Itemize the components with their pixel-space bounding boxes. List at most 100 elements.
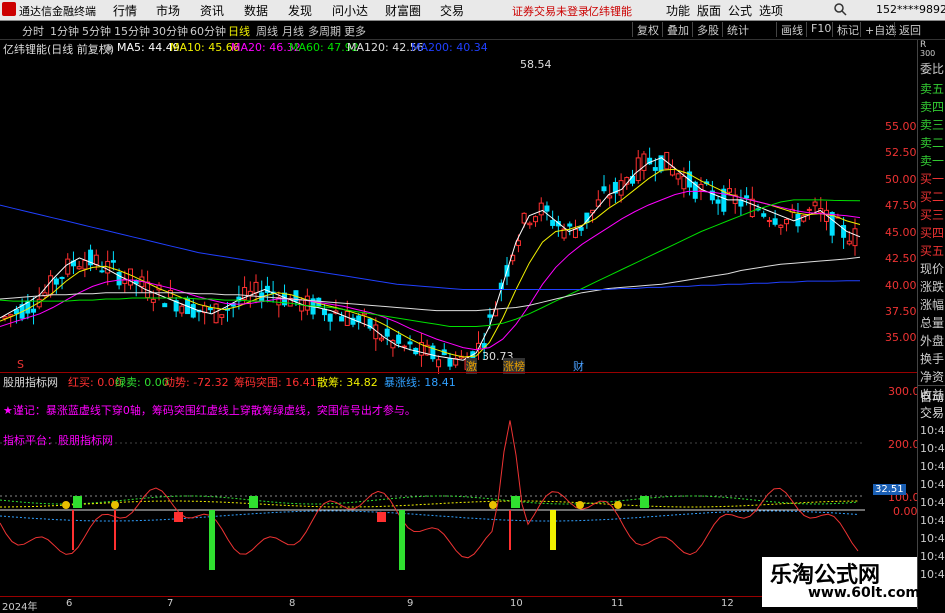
panel-order-ratio[interactable]: 委比	[920, 60, 944, 77]
tool-back[interactable]: 返回	[894, 22, 921, 37]
price-tick: 47.50	[885, 199, 917, 212]
candle-body	[379, 337, 385, 341]
candle-body	[806, 208, 812, 211]
candle-body	[544, 205, 550, 212]
ind-tick: 200.0	[888, 438, 920, 451]
app-title: 通达信金融终端	[19, 5, 96, 18]
candle-body	[53, 278, 59, 285]
menu-trade[interactable]: 交易	[440, 2, 464, 19]
candle-body	[384, 328, 390, 337]
menu-market[interactable]: 市场	[156, 2, 180, 19]
menu-discover[interactable]: 发现	[288, 2, 312, 19]
period-15min[interactable]: 15分钟	[114, 23, 150, 39]
panel-ask4[interactable]: 卖四	[920, 98, 944, 115]
panel-time: 10:49	[920, 460, 945, 473]
date-tick: 2024年	[2, 602, 38, 613]
date-tick: 11	[611, 598, 624, 609]
candlestick-chart[interactable]	[0, 56, 865, 374]
tool-mark[interactable]: 标记	[832, 22, 859, 37]
panel-auto[interactable]: 自动	[920, 388, 944, 405]
panel-volume[interactable]: 总量	[920, 314, 944, 331]
price-tick: 35.00	[885, 331, 917, 344]
panel-ask1[interactable]: 卖一	[920, 152, 944, 169]
tool-draw-line[interactable]: 画线	[776, 22, 803, 37]
tool-add-watchlist[interactable]: +自选	[860, 22, 896, 37]
panel-bid3[interactable]: 买三	[920, 206, 944, 223]
menu-ask[interactable]: 问小达	[332, 2, 368, 19]
panel-price[interactable]: 现价	[920, 260, 944, 277]
panel-turnover[interactable]: 换手	[920, 350, 944, 367]
period-more[interactable]: 更多	[344, 23, 366, 39]
ind-blue-dashed	[0, 510, 859, 522]
panel-ask5[interactable]: 卖五	[920, 80, 944, 97]
panel-bid1[interactable]: 买一	[920, 170, 944, 187]
candle-body	[253, 281, 259, 294]
user-phone[interactable]: 152****9892	[876, 3, 945, 16]
menu-wealth[interactable]: 财富圈	[385, 2, 421, 19]
period-30min[interactable]: 30分钟	[152, 23, 188, 39]
panel-time: 10:49	[920, 532, 945, 545]
candle-body	[304, 295, 310, 311]
menu-options[interactable]: 选项	[759, 2, 783, 19]
panel-bid5[interactable]: 买五	[920, 242, 944, 259]
menu-bar: 通达信金融终端 行情 市场 资讯 数据 发现 问小达 财富圈 交易 证券交易未登…	[0, 0, 945, 21]
stock-name: 亿纬锂能	[588, 5, 632, 18]
candle-body	[533, 216, 539, 223]
panel-change-pct[interactable]: 涨幅	[920, 296, 944, 313]
candle-body	[99, 270, 105, 273]
tool-f10[interactable]: F10	[806, 22, 831, 37]
panel-trade[interactable]: 交易	[920, 404, 944, 421]
menu-formula[interactable]: 公式	[728, 2, 752, 19]
search-icon[interactable]	[833, 2, 849, 16]
panel-ask3[interactable]: 卖三	[920, 116, 944, 133]
menu-market-quotes[interactable]: 行情	[113, 2, 137, 19]
ind-current-value: 32.51	[873, 484, 906, 495]
panel-change[interactable]: 涨跌	[920, 278, 944, 295]
panel-time: 10:49	[920, 496, 945, 509]
panel-ask2[interactable]: 卖二	[920, 134, 944, 151]
period-timeshare[interactable]: 分时	[22, 23, 44, 39]
signal-block	[377, 512, 386, 522]
date-tick: 6	[66, 598, 73, 609]
tool-multi-stock[interactable]: 多股	[692, 22, 719, 37]
tool-statistics[interactable]: 统计	[722, 22, 749, 37]
period-daily[interactable]: 日线	[228, 23, 250, 39]
candle-body	[726, 188, 732, 193]
app-logo-icon	[2, 2, 16, 16]
menu-news[interactable]: 资讯	[200, 2, 224, 19]
panel-bid4[interactable]: 买四	[920, 224, 944, 241]
period-5min[interactable]: 5分钟	[82, 23, 111, 39]
panel-net-assets[interactable]: 净资	[920, 368, 944, 385]
watermark-url: www.60lt.com	[808, 585, 921, 601]
settings-toggle-icon[interactable]: ◉	[104, 41, 114, 54]
indicator-chart[interactable]	[0, 388, 865, 596]
period-weekly[interactable]: 周线	[256, 23, 278, 39]
tool-overlay[interactable]: 叠加	[662, 22, 689, 37]
period-multi[interactable]: 多周期	[308, 23, 341, 39]
signal-bar	[550, 510, 556, 550]
candle-body	[766, 220, 772, 223]
event-tag-s[interactable]: S	[17, 358, 24, 371]
date-tick: 8	[289, 598, 296, 609]
period-monthly[interactable]: 月线	[282, 23, 304, 39]
ma200-value: MA200: 40.34	[411, 41, 488, 54]
signal-bar	[72, 510, 74, 550]
menu-function[interactable]: 功能	[666, 2, 690, 19]
login-warning[interactable]: 证券交易未登录	[512, 3, 589, 19]
panel-bid2[interactable]: 买二	[920, 188, 944, 205]
ma10-value: MA10: 45.66	[170, 41, 240, 54]
period-60min[interactable]: 60分钟	[190, 23, 226, 39]
signal-bar	[114, 510, 116, 550]
menu-data[interactable]: 数据	[244, 2, 268, 19]
price-tick: 50.00	[885, 173, 917, 186]
menu-layout[interactable]: 版面	[697, 2, 721, 19]
period-1min[interactable]: 1分钟	[50, 23, 79, 39]
panel-outer-vol[interactable]: 外盘	[920, 332, 944, 349]
tool-rights-adjust[interactable]: 复权	[632, 22, 659, 37]
signal-block	[511, 496, 520, 508]
candle-body	[572, 228, 578, 238]
candle-body	[784, 218, 790, 225]
pane-divider[interactable]	[0, 372, 917, 373]
signal-bar	[509, 510, 511, 550]
candle-body	[207, 307, 213, 311]
